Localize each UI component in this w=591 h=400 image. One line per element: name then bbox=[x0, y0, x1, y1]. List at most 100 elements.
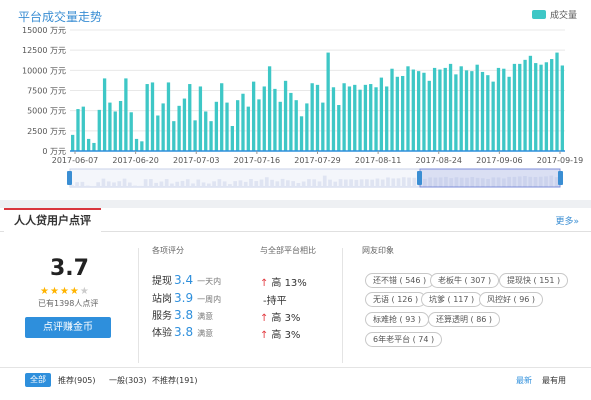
range-handle-mid[interactable] bbox=[417, 171, 422, 185]
impression-tag[interactable]: 还算透明 ( 86 ) bbox=[428, 312, 501, 327]
compare-row: ↑ 高 13% bbox=[260, 274, 307, 289]
volume-bar bbox=[251, 81, 256, 151]
navigator-mini-bar bbox=[328, 179, 332, 187]
volume-bar bbox=[507, 76, 511, 151]
navigator-mini-bar bbox=[149, 179, 153, 187]
y-tick-label: 5000 万元 bbox=[27, 107, 66, 116]
volume-bar bbox=[475, 64, 479, 151]
volume-bar bbox=[289, 92, 293, 151]
volume-bar bbox=[246, 106, 250, 151]
volume-bar bbox=[236, 100, 240, 151]
volume-bar bbox=[486, 75, 490, 151]
navigator-mini-bar bbox=[180, 180, 185, 187]
navigator-mini-bar bbox=[106, 181, 111, 187]
impression-tag[interactable]: 无语 ( 126 ) bbox=[365, 292, 427, 307]
filter-not-recommend[interactable]: 不推荐(191) bbox=[152, 375, 198, 386]
navigator-mini-bar bbox=[365, 179, 369, 187]
x-tick-label: 2017-09-19 bbox=[537, 156, 584, 165]
volume-bar bbox=[102, 78, 107, 151]
impression-tag[interactable]: 老板牛 ( 307 ) bbox=[430, 273, 500, 288]
navigator-mini-bar bbox=[222, 181, 227, 187]
volume-bar bbox=[124, 78, 128, 151]
star-icon: ★ bbox=[49, 286, 59, 297]
rating-score: 3.9 bbox=[174, 291, 194, 305]
navigator-mini-bar bbox=[259, 179, 264, 187]
impression-tag[interactable]: 6年老平台 ( 74 ) bbox=[365, 332, 443, 347]
rating-row: 提现 3.4 一天内 bbox=[152, 272, 221, 287]
impression-tag[interactable]: 提现快 ( 151 ) bbox=[499, 273, 569, 288]
navigator-mini-bar bbox=[322, 175, 327, 187]
navigator-mini-bar bbox=[91, 186, 95, 187]
volume-bar bbox=[230, 125, 234, 151]
y-tick-label: 2500 万元 bbox=[27, 127, 66, 136]
navigator-mini-bar bbox=[154, 182, 158, 187]
up-arrow-icon: ↑ bbox=[260, 313, 269, 324]
navigator-mini-bar bbox=[312, 179, 317, 187]
navigator-mini-bar bbox=[264, 177, 269, 187]
impression-tag[interactable]: 标难抢 ( 93 ) bbox=[365, 312, 430, 327]
volume-bar bbox=[416, 71, 421, 151]
volume-bar bbox=[92, 142, 96, 151]
volume-bar bbox=[209, 121, 213, 151]
review-count: 已有1398人点评 bbox=[38, 299, 99, 308]
volume-bar bbox=[337, 105, 341, 151]
impression-tag[interactable]: 坑爹 ( 117 ) bbox=[421, 292, 483, 307]
x-tick-label: 2017-08-24 bbox=[416, 156, 463, 165]
navigator-mini-bar bbox=[80, 181, 85, 187]
range-handle-right[interactable] bbox=[558, 171, 563, 185]
review-filter-bar: 全部 推荐(905) 一般(303) 不推荐(191) 最新 最有用 bbox=[0, 367, 591, 392]
navigator-mini-bar bbox=[359, 179, 364, 187]
navigator-mini-bar bbox=[75, 182, 79, 187]
rating-score: 3.8 bbox=[174, 325, 194, 339]
volume-bar bbox=[374, 87, 378, 151]
volume-bar bbox=[550, 59, 554, 151]
navigator-mini-bar bbox=[127, 182, 132, 187]
write-review-button[interactable]: 点评赚金币 bbox=[25, 317, 111, 338]
volume-bar bbox=[150, 82, 155, 151]
navigator-mini-bar bbox=[280, 178, 285, 187]
volume-bar bbox=[182, 98, 187, 151]
range-selection bbox=[419, 168, 561, 188]
x-tick-label: 2017-07-16 bbox=[234, 156, 281, 165]
navigator-mini-bar bbox=[143, 179, 148, 187]
volume-bar bbox=[401, 75, 405, 151]
navigator-mini-bar bbox=[275, 181, 280, 187]
navigator-mini-bar bbox=[296, 182, 301, 187]
volume-bar bbox=[310, 83, 314, 151]
y-tick-label: 0 万元 bbox=[42, 147, 66, 156]
navigator-mini-bar bbox=[354, 179, 359, 187]
x-tick-label: 2017-08-11 bbox=[355, 156, 402, 165]
impression-tag[interactable]: 风控好 ( 96 ) bbox=[479, 292, 544, 307]
navigator-mini-bar bbox=[407, 177, 411, 187]
more-link[interactable]: 更多» bbox=[555, 214, 579, 227]
volume-bar bbox=[560, 65, 564, 151]
volume-bar bbox=[502, 68, 506, 151]
star-icon: ★ bbox=[40, 286, 49, 297]
volume-bar bbox=[225, 102, 229, 151]
volume-bar bbox=[134, 138, 139, 151]
volume-bar bbox=[358, 89, 362, 151]
sort-latest[interactable]: 最新 bbox=[516, 375, 532, 386]
impression-tag[interactable]: 还不错 ( 546 ) bbox=[365, 273, 435, 288]
volume-bar bbox=[395, 76, 399, 151]
volume-bar bbox=[198, 86, 203, 151]
filter-all-button[interactable]: 全部 bbox=[25, 373, 51, 387]
volume-bar bbox=[76, 109, 80, 151]
navigator-mini-bar bbox=[343, 179, 348, 187]
tab-user-reviews[interactable]: 人人贷用户点评 bbox=[4, 208, 101, 232]
navigator-mini-bar bbox=[96, 182, 101, 187]
sort-most-useful[interactable]: 最有用 bbox=[542, 375, 566, 386]
navigator-mini-bar bbox=[349, 179, 353, 187]
volume-bar bbox=[214, 101, 219, 151]
filter-recommend[interactable]: 推荐(905) bbox=[58, 375, 96, 386]
volume-bar bbox=[140, 141, 144, 151]
volume-bar bbox=[97, 109, 101, 151]
trade-volume-chart-card: 平台成交量走势 成交量 15000 万元 12500 万元 10000 万元 7500… bbox=[0, 0, 591, 200]
volume-bar bbox=[342, 83, 346, 151]
volume-bar bbox=[278, 101, 282, 151]
legend-swatch bbox=[531, 10, 546, 19]
range-handle-left[interactable] bbox=[67, 171, 72, 185]
volume-bar bbox=[470, 71, 474, 151]
y-tick-label: 10000 万元 bbox=[22, 66, 66, 75]
filter-average[interactable]: 一般(303) bbox=[109, 375, 147, 386]
